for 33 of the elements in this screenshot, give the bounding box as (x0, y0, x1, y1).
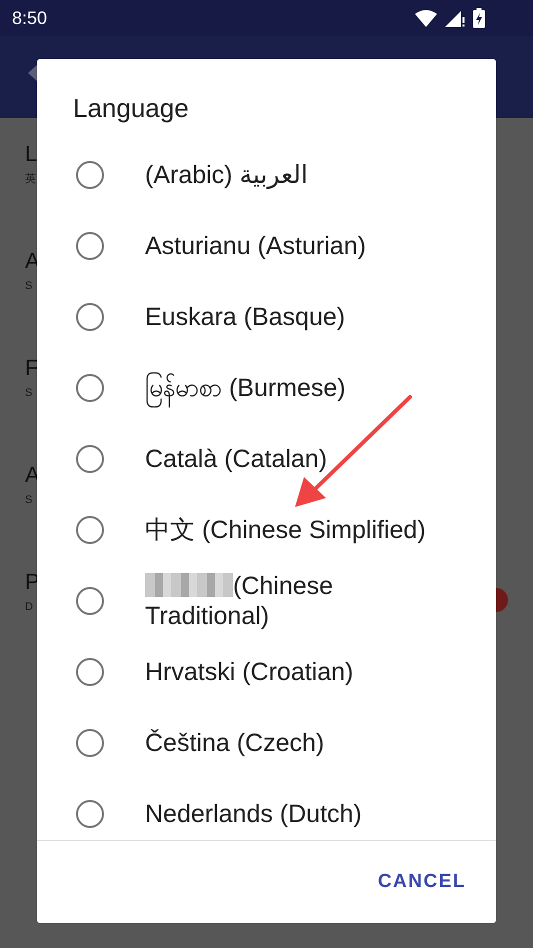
radio-button[interactable] (76, 516, 104, 544)
language-option[interactable]: 中文 (Chinese Simplified) (145, 510, 426, 550)
setting-title: F (25, 354, 38, 382)
language-option[interactable]: Hrvatski (Croatian) (145, 652, 354, 692)
cancel-button[interactable]: CANCEL (374, 863, 470, 901)
language-option[interactable]: Asturianu (Asturian) (145, 226, 366, 266)
setting-subtitle: S (25, 386, 32, 401)
language-option[interactable]: Euskara (Basque) (145, 296, 346, 336)
radio-button[interactable] (76, 800, 104, 828)
setting-subtitle: 英 (25, 172, 36, 187)
radio-button[interactable] (76, 160, 104, 188)
status-time: 8:50 (12, 8, 48, 28)
language-option[interactable]: Čeština (Czech) (145, 722, 324, 762)
radio-button[interactable] (76, 302, 104, 330)
setting-title: L (25, 140, 38, 168)
radio-button[interactable] (76, 374, 104, 402)
radio-button[interactable] (76, 444, 104, 472)
setting-subtitle: S (25, 279, 32, 294)
language-option[interactable]: Català (Catalan) (145, 438, 328, 478)
radio-button[interactable] (76, 728, 104, 756)
wifi-icon (415, 9, 437, 27)
dialog-title: Language (72, 92, 190, 125)
signal-icon (445, 9, 465, 27)
radio-button[interactable] (76, 232, 104, 260)
language-option[interactable]: (Arabic) العربية (145, 154, 308, 194)
language-option[interactable]: (Chinese Traditional) (145, 566, 445, 636)
setting-subtitle: D (25, 600, 33, 615)
setting-subtitle: S (25, 493, 32, 508)
language-option[interactable]: မြန်မာစာ (Burmese) (145, 368, 346, 408)
language-option[interactable]: Nederlands (Dutch) (145, 794, 362, 834)
radio-button[interactable] (76, 586, 104, 614)
radio-button[interactable] (76, 658, 104, 686)
battery-icon (473, 8, 485, 28)
